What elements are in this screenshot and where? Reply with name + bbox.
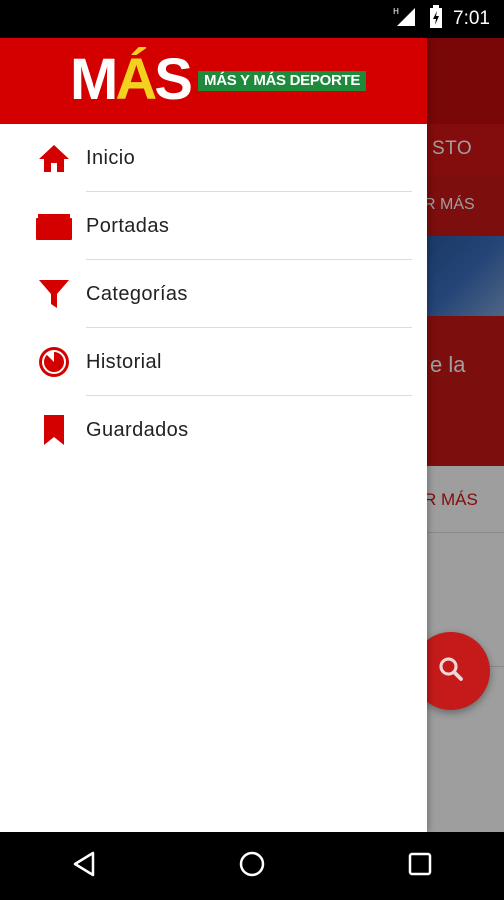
battery-charging-icon — [429, 5, 443, 33]
back-icon — [71, 850, 97, 882]
brand-logo: MÁS — [70, 47, 193, 112]
navigation-drawer: MÁS MÁS Y MÁS DEPORTE Inicio Portadas Ca… — [0, 38, 427, 832]
logo-wordmark: MÁS — [70, 47, 193, 112]
svg-text:H: H — [393, 7, 399, 16]
recents-button[interactable] — [390, 836, 450, 896]
bookmark-icon — [36, 412, 72, 448]
menu-item-label: Portadas — [86, 214, 170, 237]
menu-item-label: Historial — [86, 350, 162, 373]
folder-icon — [36, 208, 72, 244]
menu-item-inicio[interactable]: Inicio — [0, 124, 427, 192]
menu-item-guardados[interactable]: Guardados — [0, 396, 427, 464]
menu-item-portadas[interactable]: Portadas — [0, 192, 427, 260]
filter-icon — [36, 276, 72, 312]
status-bar: H 7:01 — [0, 0, 504, 38]
back-button[interactable] — [54, 836, 114, 896]
home-circle-icon — [238, 850, 266, 882]
menu-item-historial[interactable]: Historial — [0, 328, 427, 396]
menu-item-label: Guardados — [86, 418, 189, 441]
home-button[interactable] — [222, 836, 282, 896]
status-time: 7:01 — [453, 8, 490, 29]
drawer-header: MÁS MÁS Y MÁS DEPORTE — [0, 38, 427, 124]
system-nav-bar — [0, 832, 504, 900]
recents-icon — [407, 851, 433, 881]
menu-item-label: Inicio — [86, 146, 136, 169]
logo-badge: MÁS Y MÁS DEPORTE — [198, 71, 367, 91]
menu-item-categorias[interactable]: Categorías — [0, 260, 427, 328]
drawer-menu: Inicio Portadas Categorías Historial Gua… — [0, 124, 427, 464]
search-icon — [436, 654, 466, 688]
home-icon — [36, 140, 72, 176]
menu-item-label: Categorías — [86, 282, 188, 305]
app-screen: H 7:01 STO R MÁS e la R MÁS MÁS MÁS Y MÁ… — [0, 0, 504, 900]
timer-icon — [36, 344, 72, 380]
signal-icon: H — [393, 6, 419, 32]
